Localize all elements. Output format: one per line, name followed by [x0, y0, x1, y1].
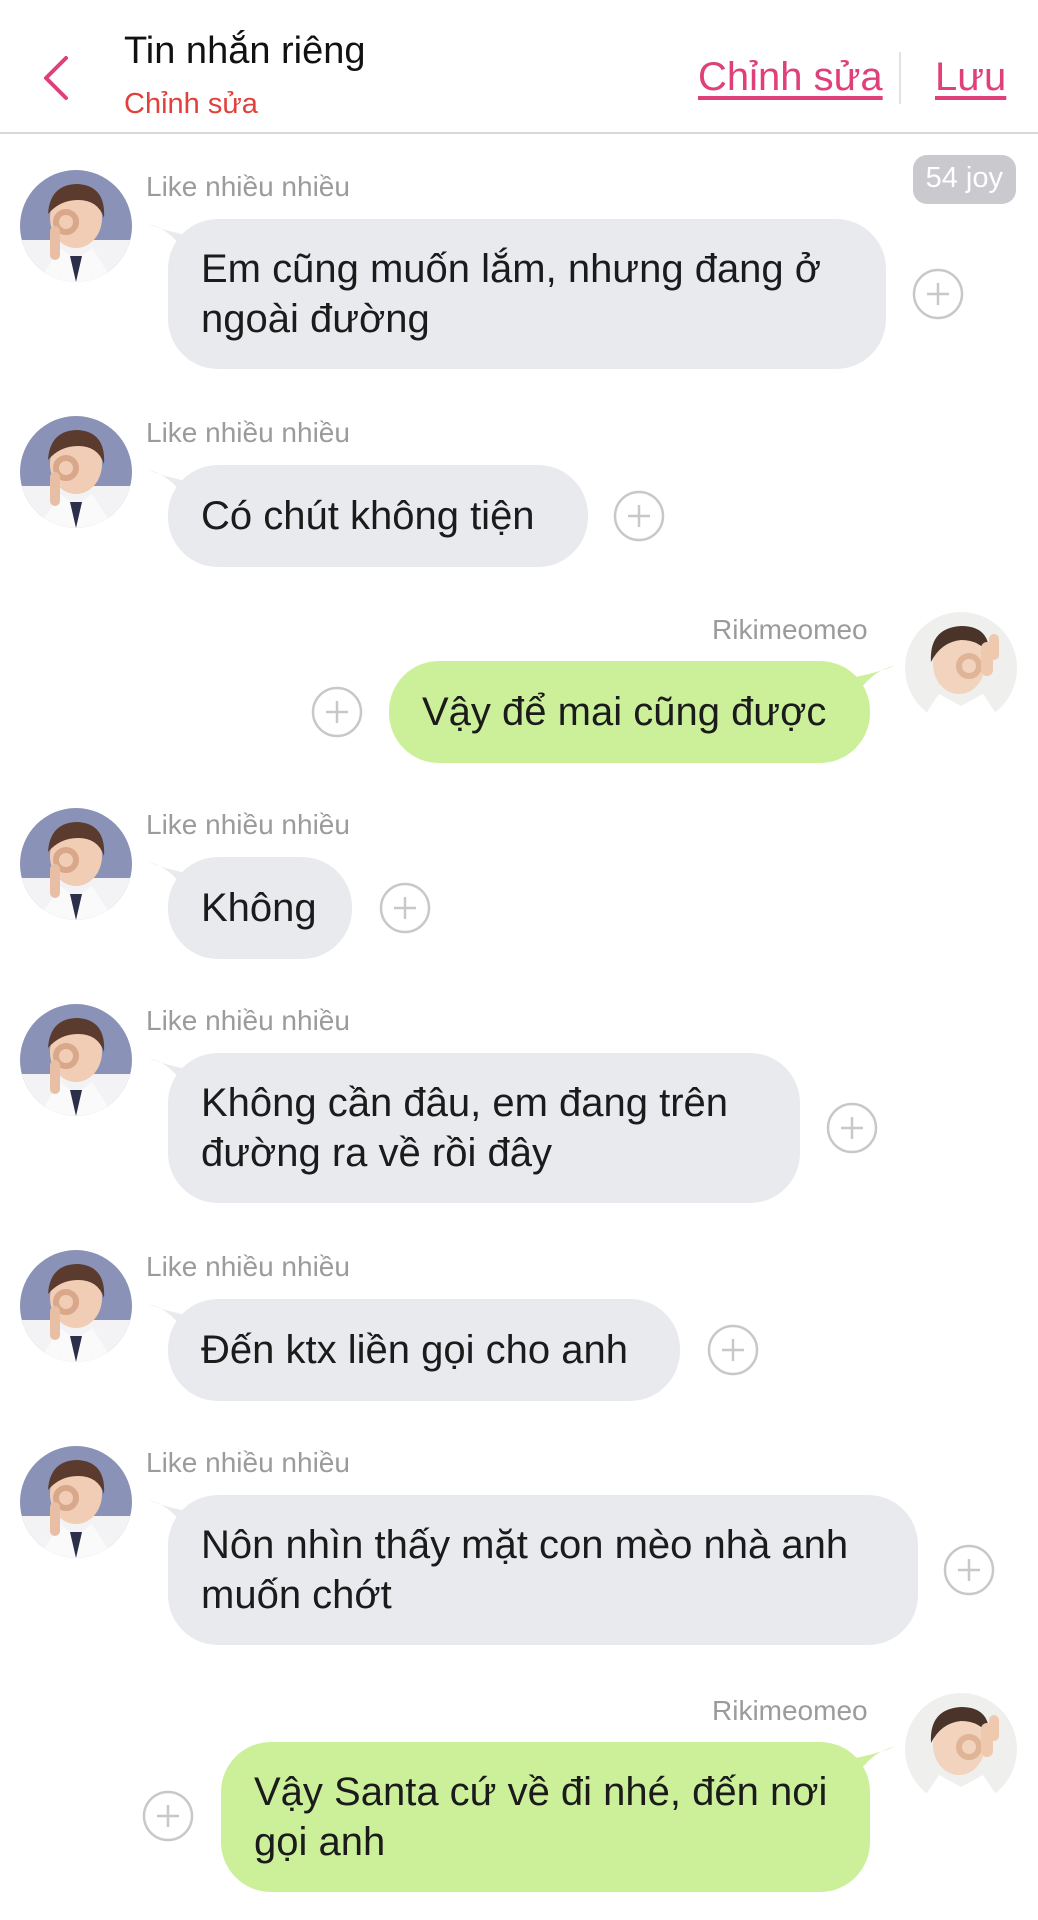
message-bubble[interactable]: Không cần đâu, em đang trên đường ra về … [168, 1053, 800, 1203]
avatar[interactable] [905, 1693, 1017, 1805]
message-bubble[interactable]: Có chút không tiện [168, 465, 588, 567]
avatar[interactable] [20, 170, 132, 282]
save-button[interactable]: Lưu [935, 55, 1006, 100]
page-subtitle[interactable]: Chỉnh sửa [124, 88, 258, 121]
chat-header: Tin nhắn riêng Chỉnh sửa Chỉnh sửa Lưu [0, 0, 1038, 134]
message-bubble[interactable]: Vậy để mai cũng được [389, 661, 870, 763]
joy-badge: 54 joy [912, 155, 1016, 204]
header-divider [899, 52, 901, 104]
message-bubble[interactable]: Em cũng muốn lắm, nhưng đang ở ngoài đườ… [168, 219, 886, 369]
message-bubble[interactable]: Vậy Santa cứ về đi nhé, đến nơi gọi anh [221, 1742, 870, 1892]
add-reaction-icon[interactable] [311, 686, 363, 738]
add-reaction-icon[interactable] [943, 1544, 995, 1596]
sender-name: Like nhiều nhiều [146, 1005, 350, 1036]
message-bubble[interactable]: Không [168, 857, 352, 959]
avatar[interactable] [905, 612, 1017, 724]
sender-name: Like nhiều nhiều [146, 1251, 350, 1282]
sender-name: Rikimeomeo [712, 614, 868, 645]
add-reaction-icon[interactable] [826, 1102, 878, 1154]
add-reaction-icon[interactable] [142, 1790, 194, 1842]
edit-button[interactable]: Chỉnh sửa [698, 55, 883, 100]
message-bubble[interactable]: Nôn nhìn thấy mặt con mèo nhà anh muốn c… [168, 1495, 918, 1645]
sender-name: Rikimeomeo [712, 1695, 868, 1726]
message-bubble[interactable]: Đến ktx liền gọi cho anh [168, 1299, 680, 1401]
add-reaction-icon[interactable] [707, 1324, 759, 1376]
sender-name: Like nhiều nhiều [146, 809, 350, 840]
add-reaction-icon[interactable] [379, 882, 431, 934]
sender-name: Like nhiều nhiều [146, 417, 350, 448]
add-reaction-icon[interactable] [613, 490, 665, 542]
avatar[interactable] [20, 1004, 132, 1116]
sender-name: Like nhiều nhiều [146, 1447, 350, 1478]
avatar[interactable] [20, 1250, 132, 1362]
back-chevron-icon[interactable] [38, 52, 74, 104]
avatar[interactable] [20, 1446, 132, 1558]
add-reaction-icon[interactable] [912, 268, 964, 320]
sender-name: Like nhiều nhiều [146, 171, 350, 202]
avatar[interactable] [20, 416, 132, 528]
avatar[interactable] [20, 808, 132, 920]
page-title: Tin nhắn riêng [124, 30, 366, 72]
